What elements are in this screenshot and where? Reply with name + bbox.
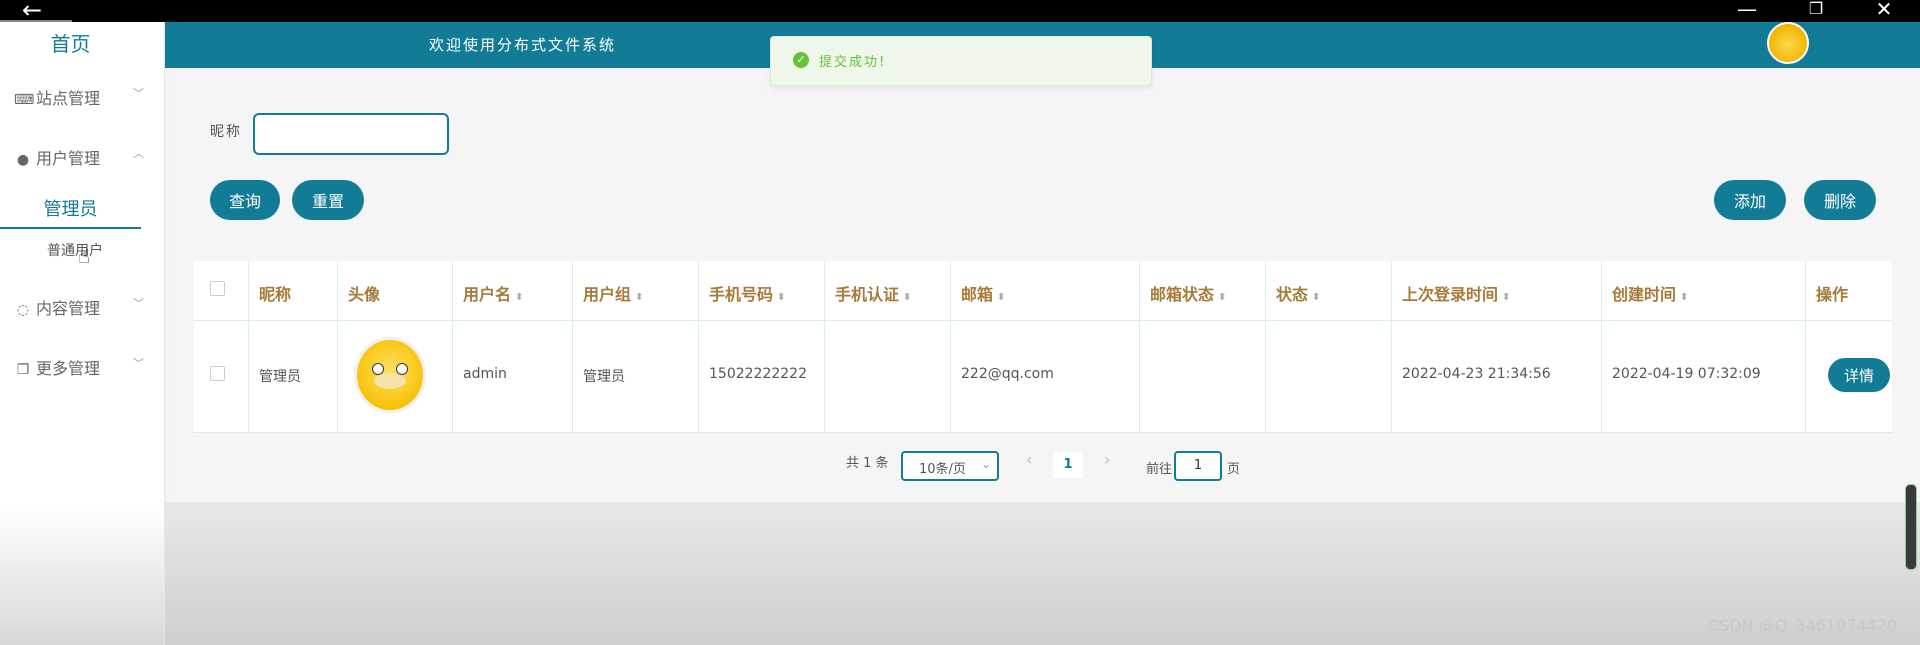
cell-username: admin [453,321,573,433]
check-circle-icon: ✓ [793,52,809,68]
sort-icon[interactable]: ⬍ [1502,292,1510,303]
chevron-up-icon: ︿ [133,147,144,160]
nickname-label: 昵称 [210,124,242,140]
chat-icon: ◌ [16,302,30,318]
column-header-phone[interactable]: 手机号码 ⬍ [699,261,825,321]
cell-email: 222@qq.com [951,321,1140,433]
query-button[interactable]: 查询 [210,180,280,220]
main-panel-footer [165,502,1920,645]
page-size-value: 10条/页 [919,462,966,477]
success-toast: ✓ 提交成功! [770,36,1152,86]
page-number-current[interactable]: 1 [1053,452,1083,478]
column-header-status[interactable]: 状态 ⬍ [1266,261,1392,321]
column-header-phone-verified[interactable]: 手机认证 ⬍ [825,261,951,321]
avatar-bill [374,373,406,389]
sidebar-subitem-admin[interactable]: 管理员 [0,195,141,229]
select-all-cell[interactable] [194,261,249,321]
sidebar-subitem-normal-user[interactable]: 普通用户 [0,240,150,260]
cell-phone: 15022222222 [699,321,825,433]
prev-page-icon[interactable]: ‹ [1026,450,1032,469]
sidebar-item-label: 内容管理 [36,299,101,318]
header-avatar[interactable] [1767,22,1809,64]
sort-icon[interactable]: ⬍ [997,292,1005,303]
column-header-label: 创建时间 [1612,285,1677,304]
sidebar-item-more-management[interactable]: ❐ 更多管理 ﹀ [14,355,144,381]
sort-icon[interactable]: ⬍ [903,292,911,303]
column-header-label: 上次登录时间 [1402,285,1499,304]
sort-icon[interactable]: ⬍ [635,292,643,303]
column-header-email-status[interactable]: 邮箱状态 ⬍ [1140,261,1266,321]
column-header-label: 邮箱 [961,285,994,304]
sort-icon[interactable]: ⬍ [777,292,785,303]
next-page-icon[interactable]: › [1104,450,1110,469]
copy-icon: ❐ [16,362,30,378]
detail-button[interactable]: 详情 [1828,358,1890,392]
goto-label: 前往 [1146,462,1173,477]
row-checkbox[interactable] [210,366,225,381]
watermark: CSDN @Q_3461074420 [1708,616,1898,635]
toast-message: 提交成功! [819,55,887,70]
add-button[interactable]: 添加 [1714,180,1786,220]
sidebar-item-label: 站点管理 [36,89,101,108]
user-icon: ● [16,152,30,168]
sort-icon[interactable]: ⬍ [1680,292,1688,303]
cell-nickname: 管理员 [249,321,338,433]
cell-last-login: 2022-04-23 21:34:56 [1392,321,1602,433]
window-titlebar: ← — ❐ ✕ [0,0,1920,24]
column-header-email[interactable]: 邮箱 ⬍ [951,261,1140,321]
select-all-checkbox[interactable] [210,281,225,296]
sidebar: 首页 ⌨ 站点管理 ﹀ ● 用户管理 ︿ 管理员 普通用户 ◌ 内容管理 ﹀ ❐ 更多管… [0,22,165,645]
sidebar-item-label: 更多管理 [36,359,101,378]
column-header-nickname: 昵称 [249,261,338,321]
column-header-last-login[interactable]: 上次登录时间 ⬍ [1392,261,1602,321]
minimize-icon[interactable]: — [1727,0,1767,22]
close-icon[interactable]: ✕ [1864,0,1904,22]
chevron-down-icon: ⌄ [980,457,991,471]
sidebar-home[interactable]: 首页 [0,28,141,57]
column-header-username[interactable]: 用户名 ⬍ [453,261,573,321]
chevron-down-icon: ﹀ [133,297,144,310]
sidebar-item-label: 用户管理 [36,149,101,168]
delete-button[interactable]: 删除 [1804,180,1876,220]
sidebar-item-user-management[interactable]: ● 用户管理 ︿ [14,145,144,171]
column-header-label: 用户组 [583,285,632,304]
sidebar-item-content-management[interactable]: ◌ 内容管理 ﹀ [14,295,144,321]
chevron-down-icon: ﹀ [133,357,144,370]
page-size-select[interactable]: 10条/页 ⌄ [901,451,999,481]
column-header-actions: 操作 [1806,261,1892,321]
cell-created: 2022-04-19 07:32:09 [1602,321,1806,433]
column-header-avatar: 头像 [338,261,453,321]
sort-icon[interactable]: ⬍ [515,292,523,303]
column-header-label: 手机号码 [709,285,774,304]
reset-button[interactable]: 重置 [292,180,364,220]
cell-status [1266,321,1392,433]
goto-suffix: 页 [1227,462,1241,477]
cell-email-status [1140,321,1266,433]
vertical-scrollbar[interactable] [1905,484,1917,570]
user-avatar [354,337,426,413]
goto-page-input[interactable]: 1 [1174,451,1222,481]
sort-icon[interactable]: ⬍ [1218,292,1226,303]
restore-icon[interactable]: ❐ [1796,0,1836,22]
total-count: 共 1 条 [846,456,889,471]
sidebar-item-site-management[interactable]: ⌨ 站点管理 ﹀ [14,85,144,111]
user-table: 昵称 头像 用户名 ⬍ 用户组 ⬍ 手机号码 ⬍ 手机认证 ⬍ 邮箱 ⬍ 邮箱状态 ⬍ 状态… [194,261,1892,433]
row-select-cell[interactable] [194,321,249,433]
column-header-label: 邮箱状态 [1150,285,1215,304]
site-title: 欢迎使用分布式文件系统 [429,36,617,54]
hand-cursor-icon: ☝ [78,244,91,268]
column-header-label: 状态 [1276,285,1309,304]
sort-icon[interactable]: ⬍ [1312,292,1320,303]
column-header-group[interactable]: 用户组 ⬍ [573,261,699,321]
nickname-search-input[interactable] [253,113,449,155]
column-header-label: 用户名 [463,285,512,304]
cell-group: 管理员 [573,321,699,433]
cell-phone-verified [825,321,951,433]
monitor-icon: ⌨ [14,92,35,108]
column-header-label: 手机认证 [835,285,900,304]
column-header-created[interactable]: 创建时间 ⬍ [1602,261,1806,321]
chevron-down-icon: ﹀ [133,87,144,100]
